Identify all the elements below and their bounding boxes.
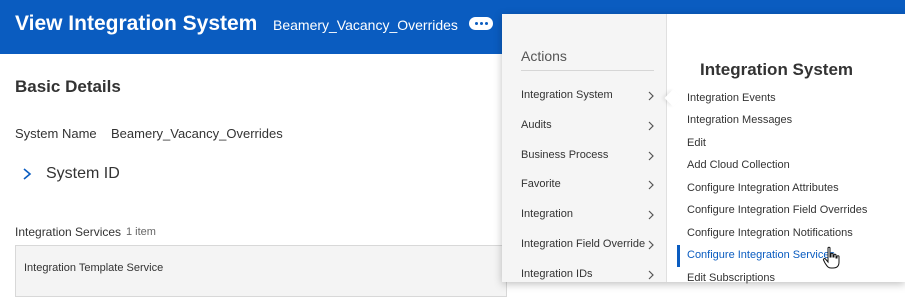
menu-category-label: Integration Field Override [521,238,646,250]
menu-category-label: Integration IDs [521,268,593,280]
table-cell-template-service: Integration Template Service [24,262,164,274]
integration-services-label: Integration Services [15,225,122,239]
submenu-item-integration-messages[interactable]: Integration Messages [687,114,792,126]
submenu-item-add-cloud-collection[interactable]: Add Cloud Collection [687,159,790,171]
actions-title: Actions [521,48,567,64]
integration-system-name-link[interactable]: Beamery_Vacancy_Overrides [273,17,458,33]
menu-category-integration-system[interactable]: Integration System [502,83,666,109]
chevron-right-icon [648,210,654,220]
chevron-right-icon [648,270,654,280]
system-name-label: System Name [15,126,97,141]
submenu-item-edit-subscriptions[interactable]: Edit Subscriptions [687,272,775,284]
chevron-right-icon [648,91,654,101]
menu-category-label: Integration [521,208,573,220]
hand-cursor-icon [822,246,840,269]
system-id-toggle[interactable]: System ID [46,165,120,183]
active-item-indicator [677,245,680,267]
submenu-item-configure-integration-field-overrides[interactable]: Configure Integration Field Overrides [687,204,867,216]
section-title-basic-details: Basic Details [15,77,121,96]
submenu-item-configure-integration-services[interactable]: Configure Integration Services [687,249,835,261]
more-dots-icon[interactable] [469,17,493,30]
chevron-right-icon [648,151,654,161]
menu-category-integration-field-override[interactable]: Integration Field Override [502,232,666,258]
chevron-right-icon [648,121,654,131]
actions-divider [521,70,654,71]
menu-panel-divider [666,14,667,282]
menu-category-integration[interactable]: Integration [502,202,666,228]
chevron-right-icon [648,180,654,190]
page-title: View Integration System [15,12,258,35]
menu-category-audits[interactable]: Audits [502,113,666,139]
chevron-right-icon[interactable] [20,166,34,182]
menu-category-label: Favorite [521,178,561,190]
integration-services-count: 1 item [126,226,156,238]
menu-category-label: Audits [521,119,552,131]
menu-category-label: Integration System [521,89,613,101]
menu-category-integration-ids[interactable]: Integration IDs [502,262,666,288]
submenu-item-integration-events[interactable]: Integration Events [687,92,776,104]
menu-category-business-process[interactable]: Business Process [502,143,666,169]
menu-category-favorite[interactable]: Favorite [502,172,666,198]
submenu-item-configure-integration-attributes[interactable]: Configure Integration Attributes [687,182,839,194]
submenu-item-configure-integration-notifications[interactable]: Configure Integration Notifications [687,227,853,239]
submenu-item-edit[interactable]: Edit [687,137,706,149]
actions-category-panel: Actions Integration System Audits Busine… [502,14,666,282]
menu-category-label: Business Process [521,149,609,161]
system-name-value: Beamery_Vacancy_Overrides [111,126,283,141]
chevron-right-icon [648,240,654,250]
submenu-title: Integration System [700,60,854,79]
